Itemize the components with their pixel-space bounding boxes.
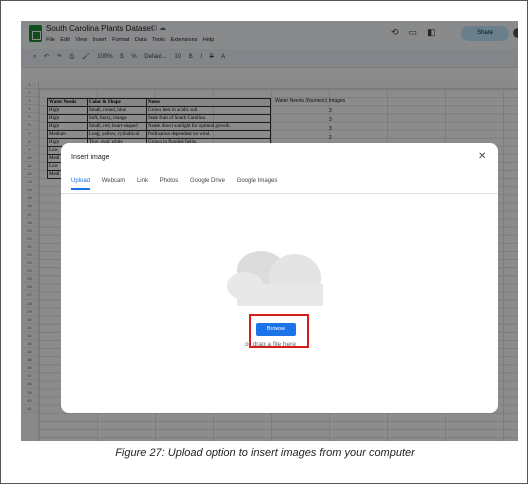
drag-drop-hint: or drag a file here <box>245 341 296 348</box>
tab-upload[interactable]: Upload <box>71 178 91 190</box>
tab-google-drive[interactable]: Google Drive <box>190 178 225 188</box>
tabs-divider <box>61 193 498 194</box>
browse-button[interactable]: Browse <box>256 323 296 336</box>
cloud-upload-icon <box>227 251 323 306</box>
tab-link[interactable]: Link <box>137 178 148 188</box>
dialog-tabs: Upload Webcam Link Photos Google Drive G… <box>71 178 287 190</box>
tab-photos[interactable]: Photos <box>160 178 179 188</box>
figure-frame: South Carolina Plants Dataset ☆⊡☁ File E… <box>0 0 528 484</box>
figure-caption: Figure 27: Upload option to insert image… <box>115 447 415 459</box>
screenshot: South Carolina Plants Dataset ☆⊡☁ File E… <box>21 21 518 441</box>
insert-image-dialog: Insert image ✕ Upload Webcam Link Photos… <box>61 143 498 413</box>
dialog-title: Insert image <box>71 154 110 161</box>
close-icon[interactable]: ✕ <box>478 151 486 162</box>
tab-webcam[interactable]: Webcam <box>102 178 126 188</box>
tab-google-images[interactable]: Google Images <box>237 178 278 188</box>
